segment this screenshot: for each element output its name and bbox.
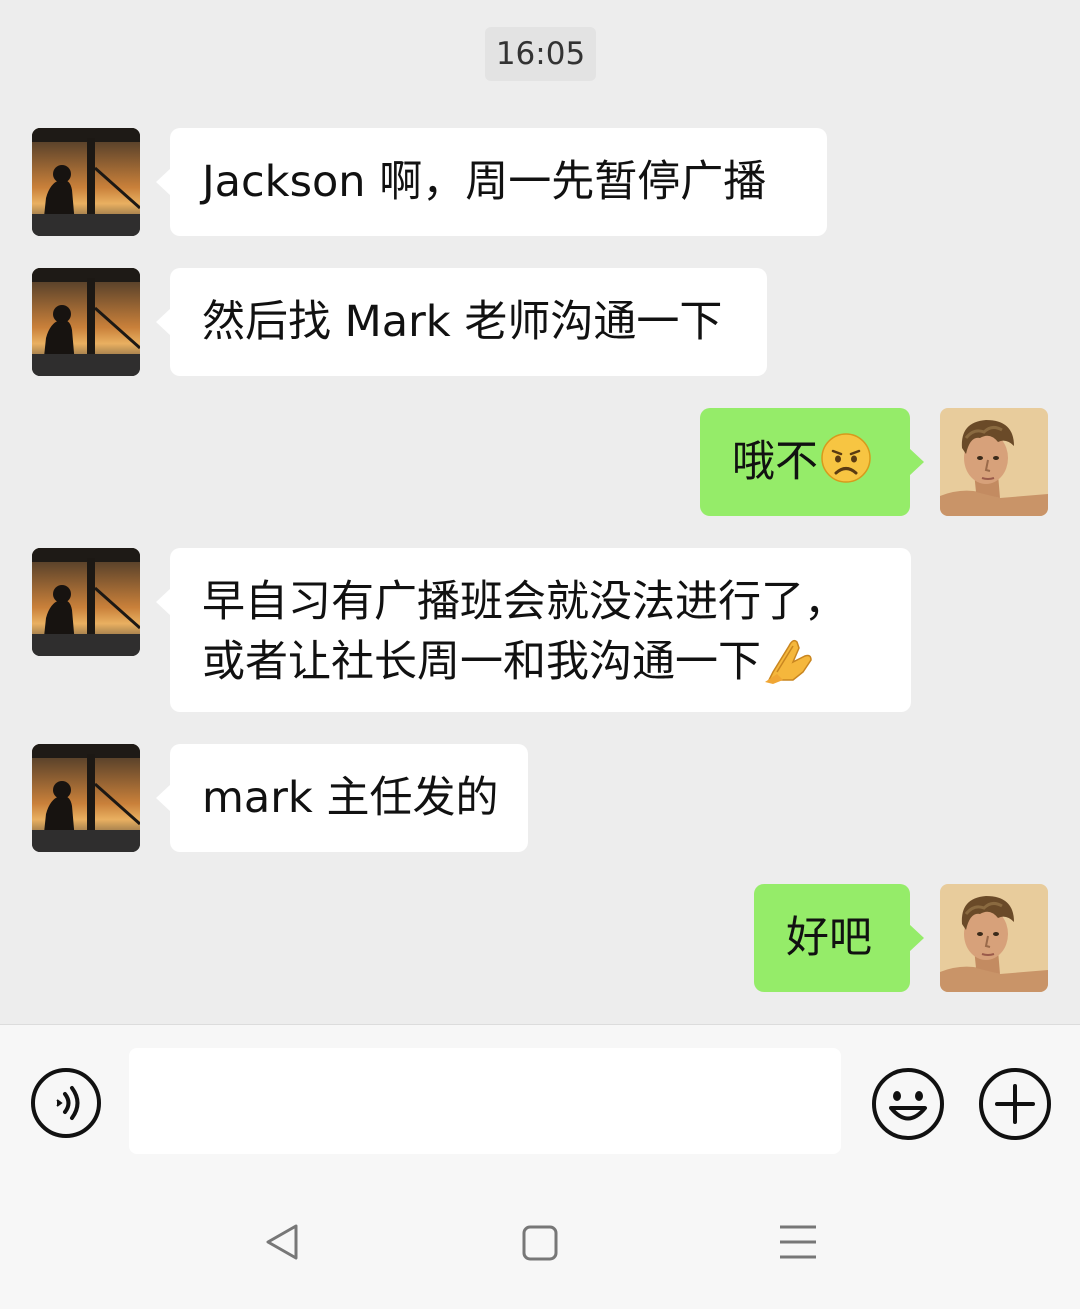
time-stamp: 16:05	[485, 27, 596, 81]
chat-area[interactable]: 16:05 Jackson 啊，周一先暂停广播 然后找 Mark 老师沟通一下 …	[0, 0, 1080, 1024]
voice-icon	[31, 1068, 101, 1138]
more-options-button[interactable]	[978, 1067, 1052, 1141]
voice-button[interactable]	[30, 1067, 102, 1139]
outgoing-message-bubble[interactable]: 好吧	[754, 884, 924, 992]
pray-hands-emoji	[763, 632, 817, 700]
my-avatar[interactable]	[940, 884, 1048, 992]
plus-icon	[979, 1068, 1051, 1140]
disappointed-face-emoji	[820, 432, 872, 500]
system-nav-bar	[0, 1184, 1080, 1309]
menu-icon	[780, 1225, 816, 1259]
back-button[interactable]	[262, 1222, 302, 1262]
recent-apps-button[interactable]	[778, 1222, 818, 1262]
message-text: 哦不	[732, 437, 818, 487]
incoming-message-bubble[interactable]: mark 主任发的	[156, 744, 528, 852]
contact-avatar[interactable]	[32, 128, 140, 236]
emoji-button[interactable]	[871, 1067, 945, 1141]
incoming-message-bubble[interactable]: 早自习有广播班会就没法进行了， 或者让社长周一和我沟通一下	[156, 548, 911, 712]
back-icon	[266, 1224, 298, 1260]
home-icon	[522, 1225, 558, 1261]
incoming-message-bubble[interactable]: 然后找 Mark 老师沟通一下	[156, 268, 767, 376]
message-text: Jackson 啊，周一先暂停广播	[202, 157, 767, 207]
contact-avatar[interactable]	[32, 268, 140, 376]
message-text: 然后找 Mark 老师沟通一下	[202, 297, 723, 347]
home-button[interactable]	[521, 1224, 559, 1262]
my-avatar[interactable]	[940, 408, 1048, 516]
incoming-message-bubble[interactable]: Jackson 啊，周一先暂停广播	[156, 128, 827, 236]
emoji-icon	[872, 1068, 944, 1140]
message-text: mark 主任发的	[202, 773, 499, 823]
message-input[interactable]	[129, 1048, 841, 1154]
input-bar	[0, 1024, 1080, 1185]
message-text-line: 或者让社长周一和我沟通一下	[202, 632, 879, 700]
contact-avatar[interactable]	[32, 548, 140, 656]
outgoing-message-bubble[interactable]: 哦不	[700, 408, 924, 516]
message-text-line: 早自习有广播班会就没法进行了，	[202, 577, 847, 627]
contact-avatar[interactable]	[32, 744, 140, 852]
message-text: 好吧	[786, 913, 872, 963]
